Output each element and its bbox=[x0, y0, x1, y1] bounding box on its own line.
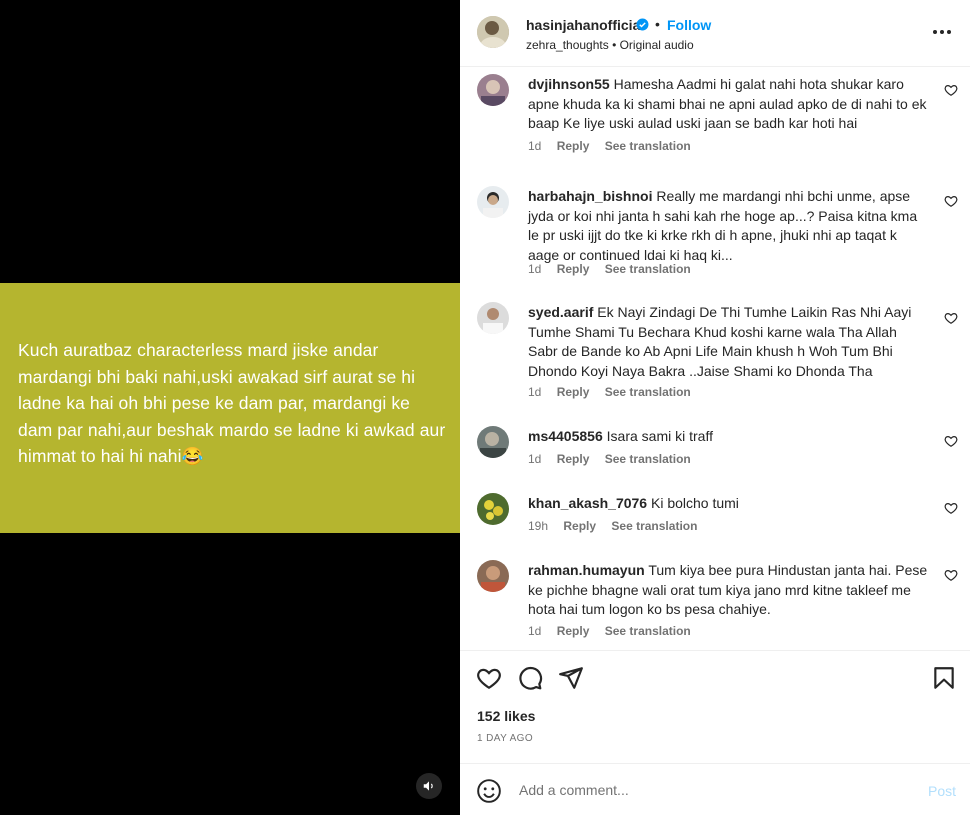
follow-button[interactable]: Follow bbox=[667, 17, 711, 33]
reply-button[interactable]: Reply bbox=[557, 385, 590, 399]
comment-body: syed.aarif Ek Nayi Zindagi De Thi Tumhe … bbox=[528, 303, 930, 381]
reply-button[interactable]: Reply bbox=[563, 519, 596, 533]
more-options-icon[interactable] bbox=[930, 20, 954, 44]
save-bookmark-icon[interactable] bbox=[931, 665, 957, 691]
reply-button[interactable]: Reply bbox=[557, 139, 590, 153]
commenter-avatar[interactable] bbox=[477, 302, 509, 334]
comment-time[interactable]: 1d bbox=[528, 139, 541, 153]
post-actions: 152 likes 1 DAY AGO bbox=[460, 650, 970, 761]
emoji-icon[interactable] bbox=[476, 778, 502, 804]
comment-time[interactable]: 1d bbox=[528, 624, 541, 638]
comment-meta: 1d Reply See translation bbox=[528, 139, 703, 153]
commenter-avatar[interactable] bbox=[477, 493, 509, 525]
heart-icon[interactable] bbox=[944, 434, 958, 448]
comment-meta: 1d Reply See translation bbox=[528, 452, 703, 466]
verified-badge-icon bbox=[636, 18, 649, 31]
avatar[interactable] bbox=[477, 16, 509, 48]
share-send-icon[interactable] bbox=[558, 665, 584, 691]
add-comment-bar: Post bbox=[460, 763, 970, 816]
comment-text: Isara sami ki traff bbox=[606, 428, 713, 444]
comment-body: dvjihnson55 Hamesha Aadmi hi galat nahi … bbox=[528, 75, 930, 134]
post-media[interactable]: Kuch auratbaz characterless mard jiske a… bbox=[0, 0, 460, 815]
reply-button[interactable]: Reply bbox=[557, 452, 590, 466]
see-translation-button[interactable]: See translation bbox=[611, 519, 697, 533]
commenter-username[interactable]: khan_akash_7076 bbox=[528, 495, 647, 511]
comment-body: harbahajn_bishnoi Really me mardangi nhi… bbox=[528, 187, 930, 265]
reply-button[interactable]: Reply bbox=[557, 624, 590, 638]
reply-button[interactable]: Reply bbox=[557, 262, 590, 276]
see-translation-button[interactable]: See translation bbox=[605, 385, 691, 399]
comment-meta: 19h Reply See translation bbox=[528, 519, 709, 533]
comment-bubble-icon[interactable] bbox=[517, 665, 543, 691]
see-translation-button[interactable]: See translation bbox=[605, 624, 691, 638]
header-separator: • bbox=[655, 16, 660, 32]
post-timestamp: 1 DAY AGO bbox=[477, 733, 534, 744]
comment-time[interactable]: 1d bbox=[528, 262, 541, 276]
author-username[interactable]: hasinjahanofficial bbox=[526, 17, 644, 33]
heart-icon[interactable] bbox=[944, 568, 958, 582]
see-translation-button[interactable]: See translation bbox=[605, 262, 691, 276]
heart-icon[interactable] bbox=[944, 501, 958, 515]
commenter-username[interactable]: dvjihnson55 bbox=[528, 76, 610, 92]
comment-time[interactable]: 1d bbox=[528, 452, 541, 466]
commenter-username[interactable]: rahman.humayun bbox=[528, 562, 645, 578]
heart-icon[interactable] bbox=[944, 311, 958, 325]
heart-icon[interactable] bbox=[944, 83, 958, 97]
comments-list[interactable]: dvjihnson55 Hamesha Aadmi hi galat nahi … bbox=[460, 67, 970, 650]
commenter-avatar[interactable] bbox=[477, 560, 509, 592]
like-heart-icon[interactable] bbox=[476, 665, 502, 691]
post-side-panel: hasinjahanofficial • Follow zehra_though… bbox=[460, 0, 970, 815]
commenter-avatar[interactable] bbox=[477, 186, 509, 218]
comment-meta: 1d Reply See translation bbox=[528, 385, 703, 399]
commenter-username[interactable]: harbahajn_bishnoi bbox=[528, 188, 652, 204]
audio-toggle-button[interactable] bbox=[416, 773, 442, 799]
comment-meta: 1d Reply See translation bbox=[528, 262, 703, 276]
post-header: hasinjahanofficial • Follow zehra_though… bbox=[460, 0, 970, 67]
see-translation-button[interactable]: See translation bbox=[605, 139, 691, 153]
commenter-username[interactable]: syed.aarif bbox=[528, 304, 593, 320]
comment-input[interactable] bbox=[517, 781, 901, 799]
comment-meta: 1d Reply See translation bbox=[528, 624, 703, 638]
commenter-avatar[interactable] bbox=[477, 74, 509, 106]
see-translation-button[interactable]: See translation bbox=[605, 452, 691, 466]
speaker-icon bbox=[423, 781, 433, 791]
comment-body: ms4405856 Isara sami ki traff bbox=[528, 427, 930, 447]
text-card: Kuch auratbaz characterless mard jiske a… bbox=[0, 283, 460, 533]
avatar-image bbox=[477, 16, 509, 48]
likes-count[interactable]: 152 likes bbox=[477, 708, 535, 724]
comment-time[interactable]: 19h bbox=[528, 519, 548, 533]
comment-body: khan_akash_7076 Ki bolcho tumi bbox=[528, 494, 930, 514]
comment-time[interactable]: 1d bbox=[528, 385, 541, 399]
media-caption-text: Kuch auratbaz characterless mard jiske a… bbox=[18, 340, 446, 466]
audio-subtitle[interactable]: zehra_thoughts • Original audio bbox=[526, 38, 694, 52]
post-comment-button[interactable]: Post bbox=[928, 783, 956, 799]
commenter-username[interactable]: ms4405856 bbox=[528, 428, 603, 444]
comment-body: rahman.humayun Tum kiya bee pura Hindust… bbox=[528, 561, 930, 620]
heart-icon[interactable] bbox=[944, 194, 958, 208]
comment-text: Ki bolcho tumi bbox=[650, 495, 739, 511]
commenter-avatar[interactable] bbox=[477, 426, 509, 458]
